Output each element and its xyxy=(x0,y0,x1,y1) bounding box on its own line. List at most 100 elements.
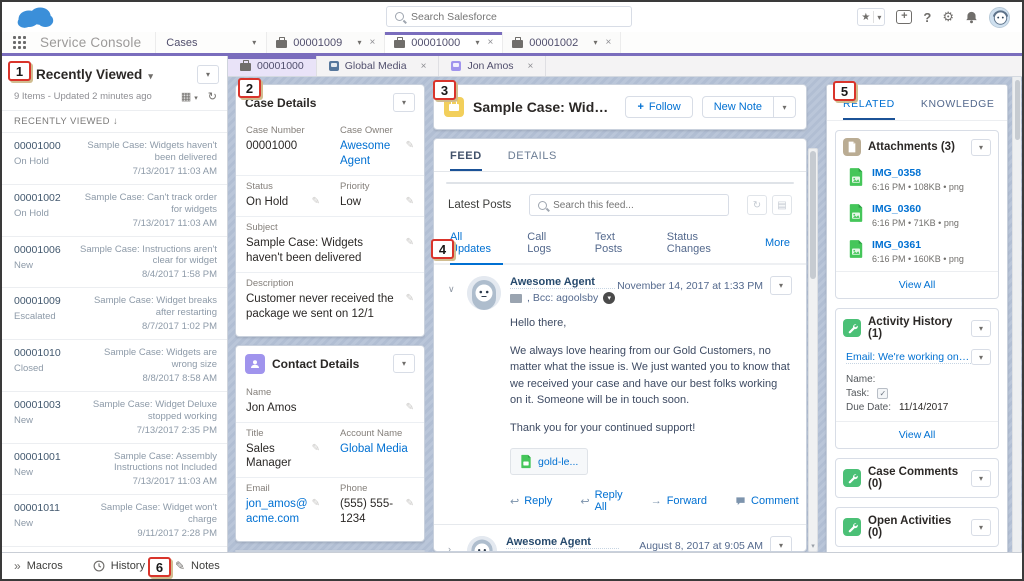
follow-button[interactable]: +Follow xyxy=(625,96,692,118)
list-item[interactable]: 00001000On Hold Sample Case: Widgets hav… xyxy=(2,133,227,185)
workspace-tab-00001009[interactable]: 00001009 ▾ × xyxy=(267,32,385,53)
feed-scrollbar[interactable]: ▾ xyxy=(808,148,818,552)
card-menu-button[interactable]: ▾ xyxy=(971,320,991,337)
expand-chevron-icon[interactable]: › xyxy=(448,536,458,552)
tab-knowledge[interactable]: KNOWLEDGE xyxy=(921,98,995,120)
utility-notes[interactable]: ✎Notes xyxy=(175,559,220,573)
edit-pencil-icon[interactable]: ✎ xyxy=(308,497,320,510)
chevron-down-icon[interactable]: ▾ xyxy=(593,38,597,47)
feed-search-input[interactable] xyxy=(553,200,720,211)
list-view-menu-button[interactable]: ▾ xyxy=(197,65,219,84)
card-menu-button[interactable]: ▾ xyxy=(393,354,415,373)
page-scrollbar[interactable] xyxy=(1012,77,1021,552)
publisher-tab-post[interactable]: Post xyxy=(447,183,500,184)
list-item[interactable]: 00001001New Sample Case: Assembly Instru… xyxy=(2,444,227,496)
list-item[interactable]: 00001002On Hold Sample Case: Can't track… xyxy=(2,185,227,237)
global-search-input[interactable] xyxy=(411,11,623,23)
attachment-link[interactable]: IMG_0360 xyxy=(872,203,959,215)
feed-author-link[interactable]: Awesome Agent xyxy=(506,536,619,549)
global-search[interactable] xyxy=(386,6,632,27)
filter-call-logs[interactable]: Call Logs xyxy=(527,231,570,263)
workspace-tab-00001002[interactable]: 00001002 ▾ × xyxy=(503,32,621,53)
close-icon[interactable]: × xyxy=(528,61,534,72)
list-column-header[interactable]: RECENTLY VIEWED ↓ xyxy=(2,110,227,133)
favorites-button[interactable]: ★▾ xyxy=(857,8,885,26)
card-menu-button[interactable]: ▾ xyxy=(971,519,991,536)
task-checkbox[interactable]: ✓ xyxy=(877,388,888,399)
filter-all-updates[interactable]: All Updates xyxy=(450,231,503,265)
case-owner-link[interactable]: Awesome Agent✎ xyxy=(340,139,414,169)
tab-related[interactable]: RELATED xyxy=(843,98,895,120)
contact-email-link[interactable]: jon_amos@acme.com✎ xyxy=(246,497,320,527)
feed-author-link[interactable]: Awesome Agent xyxy=(510,276,615,289)
list-view-title[interactable]: Recently Viewed▾ xyxy=(36,67,153,82)
close-icon[interactable]: × xyxy=(487,37,493,48)
publisher-tab-log-a-call[interactable]: Log a Call xyxy=(500,183,580,184)
card-menu-button[interactable]: ▾ xyxy=(393,93,415,112)
edit-pencil-icon[interactable]: ✎ xyxy=(308,442,320,455)
account-name-link[interactable]: Global Media xyxy=(340,442,414,457)
tab-feed[interactable]: FEED xyxy=(450,150,482,171)
workspace-tab-00001000[interactable]: 00001000 ▾ × xyxy=(385,32,503,53)
card-menu-button[interactable]: ▾ xyxy=(971,139,991,156)
feed-refresh-button[interactable]: ↻ xyxy=(747,195,767,215)
list-item[interactable]: 00001008On Hold Sample Case: Widget make… xyxy=(2,547,227,552)
edit-pencil-icon[interactable]: ✎ xyxy=(308,195,320,208)
list-item[interactable]: 00001003New Sample Case: Widget Deluxe s… xyxy=(2,392,227,444)
notifications-bell-icon[interactable] xyxy=(965,11,978,24)
global-add-icon[interactable]: + xyxy=(896,10,912,24)
publisher-tab-email[interactable]: Email xyxy=(580,183,638,184)
list-item[interactable]: 00001009Escalated Sample Case: Widget br… xyxy=(2,288,227,340)
attachments-view-all-link[interactable]: View All xyxy=(836,271,998,298)
forward-action[interactable]: →Forward xyxy=(651,489,707,513)
edit-pencil-icon[interactable]: ✎ xyxy=(402,497,414,510)
reply-all-action[interactable]: ↩Reply All xyxy=(580,489,622,513)
filter-status-changes[interactable]: Status Changes xyxy=(667,231,741,263)
attachment-link[interactable]: IMG_0361 xyxy=(872,239,964,251)
list-item[interactable]: 00001010Closed Sample Case: Widgets are … xyxy=(2,340,227,392)
setup-gear-icon[interactable]: ⚙ xyxy=(942,9,954,25)
refresh-icon[interactable]: ↻ xyxy=(208,90,217,103)
close-icon[interactable]: × xyxy=(421,61,427,72)
edit-pencil-icon[interactable]: ✎ xyxy=(402,236,414,249)
edit-pencil-icon[interactable]: ✎ xyxy=(402,292,414,305)
utility-macros[interactable]: »Macros xyxy=(14,559,63,573)
feed-item-menu-button[interactable]: ▾ xyxy=(770,276,792,295)
help-icon[interactable]: ? xyxy=(923,10,931,25)
subtab-contact-jon-amos[interactable]: Jon Amos× xyxy=(439,56,546,76)
reply-action[interactable]: ↩Reply xyxy=(510,489,552,513)
filter-text-posts[interactable]: Text Posts xyxy=(595,231,643,263)
feed-search[interactable] xyxy=(529,194,729,216)
edit-pencil-icon[interactable]: ✎ xyxy=(402,139,414,152)
feed-item-menu-button[interactable]: ▾ xyxy=(770,536,792,552)
activity-view-all-link[interactable]: View All xyxy=(836,421,998,448)
close-icon[interactable]: × xyxy=(605,37,611,48)
feed-sort-button[interactable]: ▤ xyxy=(772,195,792,215)
filter-more[interactable]: More xyxy=(765,237,790,257)
edit-pencil-icon[interactable]: ✎ xyxy=(402,195,414,208)
close-icon[interactable]: × xyxy=(369,37,375,48)
utility-history[interactable]: History xyxy=(93,560,145,572)
attachment-chip[interactable]: gold-le... xyxy=(510,448,588,475)
recipient-count-badge[interactable]: ▾ xyxy=(603,292,615,304)
subtab-account-global-media[interactable]: Global Media× xyxy=(317,56,440,76)
attachment-link[interactable]: IMG_0358 xyxy=(872,167,964,179)
list-item[interactable]: 00001011New Sample Case: Widget won't ch… xyxy=(2,495,227,547)
subtab-case-00001000[interactable]: 00001000 xyxy=(228,56,317,76)
tab-details[interactable]: DETAILS xyxy=(508,150,557,171)
activity-email-link[interactable]: Email: We're working on your case [ r... xyxy=(846,351,971,364)
display-as-icon[interactable]: ▦ ▾ xyxy=(181,90,198,103)
new-note-button[interactable]: New Note xyxy=(702,96,774,118)
chevron-down-icon[interactable]: ▾ xyxy=(475,38,479,47)
app-launcher-waffle-icon[interactable] xyxy=(2,32,36,53)
list-item[interactable]: 00001006New Sample Case: Instructions ar… xyxy=(2,237,227,289)
collapse-chevron-icon[interactable]: ∨ xyxy=(448,276,458,513)
object-switcher-cases[interactable]: Cases▾ xyxy=(155,32,267,53)
card-menu-button[interactable]: ▾ xyxy=(971,470,991,487)
user-avatar[interactable] xyxy=(989,7,1010,28)
publisher-tab-close-case[interactable]: Close Case xyxy=(637,183,724,184)
comment-action[interactable]: Comment xyxy=(735,489,799,513)
edit-pencil-icon[interactable]: ✎ xyxy=(402,401,414,414)
new-note-menu-button[interactable]: ▾ xyxy=(774,96,796,118)
chevron-down-icon[interactable]: ▾ xyxy=(357,38,361,47)
